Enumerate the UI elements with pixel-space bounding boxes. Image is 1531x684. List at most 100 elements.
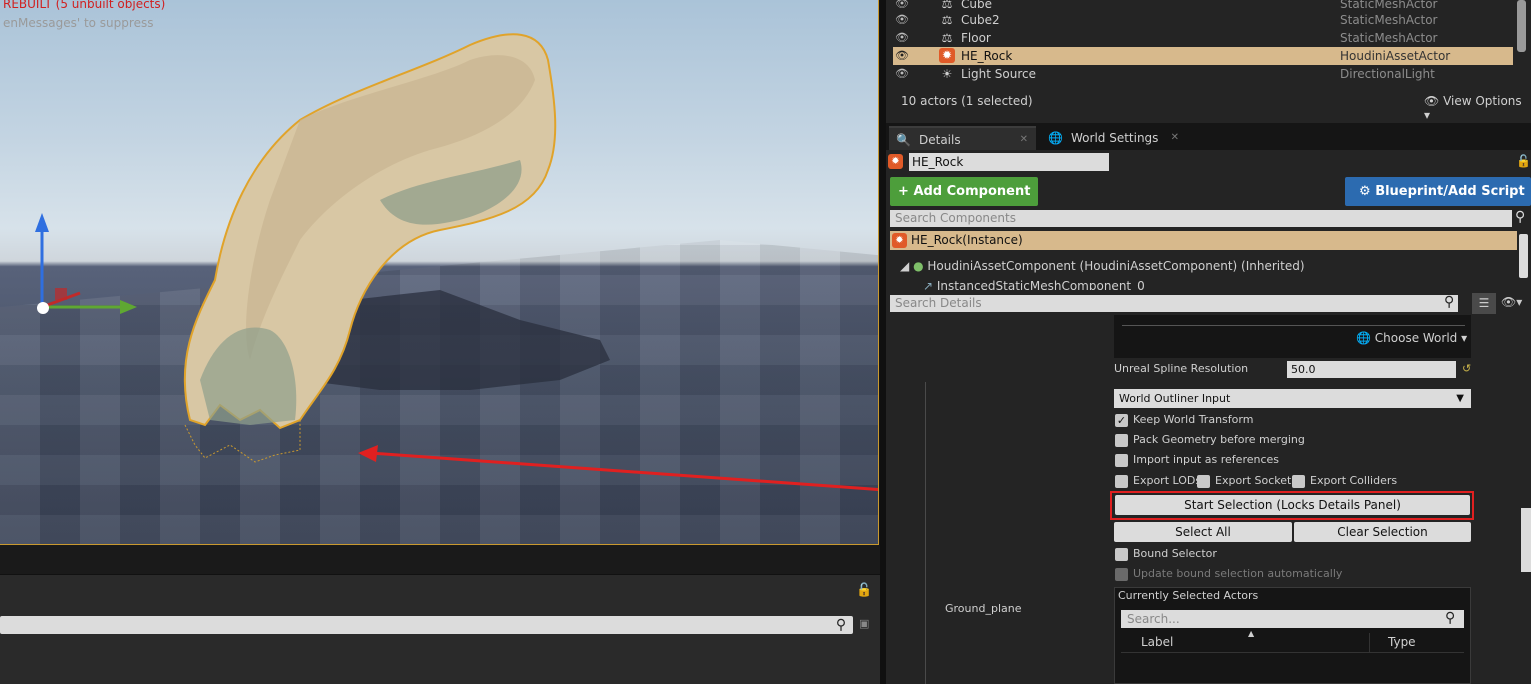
export-colliders-checkbox[interactable]: Export Colliders: [1292, 473, 1397, 489]
houdini-icon: ✹: [939, 48, 955, 63]
tab-label: World Settings: [1071, 131, 1159, 145]
tab-world-settings[interactable]: 🌐 World Settings ✕: [1041, 126, 1187, 150]
chevron-down-icon: ▾: [1461, 331, 1468, 345]
checkbox-checked-icon[interactable]: ✓: [1115, 413, 1128, 427]
view-options-label: View Options: [1443, 94, 1522, 108]
outliner-row[interactable]: 👁 ⚖ Floor StaticMeshActor: [893, 29, 1513, 47]
search-components-input[interactable]: Search Components: [890, 210, 1512, 227]
add-component-label: Add Component: [913, 184, 1031, 199]
checkbox-icon[interactable]: [1115, 567, 1128, 581]
globe-icon: 🌐: [1048, 131, 1063, 145]
list-view-icon[interactable]: ☰: [1472, 293, 1496, 314]
checkbox-label: Keep World Transform: [1133, 413, 1254, 426]
visibility-eye-icon[interactable]: 👁: [895, 65, 909, 83]
component-label: HE_Rock(Instance): [911, 233, 1023, 247]
tree-guide-line: [925, 382, 926, 684]
actor-type: StaticMeshActor: [1340, 31, 1438, 45]
level-viewport[interactable]: REBUILT (5 unbuilt objects) enMessages' …: [0, 0, 879, 545]
export-lods-checkbox[interactable]: Export LODs: [1115, 473, 1201, 489]
blueprint-label: Blueprint/Add Script: [1375, 184, 1525, 199]
tab-details[interactable]: 🔍 Details ✕: [889, 126, 1036, 150]
chevron-down-icon: ▼: [1456, 393, 1464, 404]
pack-geometry-checkbox[interactable]: Pack Geometry before merging: [1115, 432, 1305, 448]
input-name-label: Ground_plane: [945, 602, 1022, 615]
clear-selection-button[interactable]: Clear Selection: [1294, 522, 1471, 542]
build-warning: REBUILT (5 unbuilt objects): [3, 0, 166, 11]
add-component-button[interactable]: + Add Component ▾: [890, 177, 1038, 228]
chevron-down-icon: ▾: [1424, 108, 1431, 122]
divider: [1122, 325, 1465, 326]
outliner-row-selected[interactable]: 👁 ✹ HE_Rock HoudiniAssetActor: [893, 47, 1513, 65]
viewport-scene: [35, 33, 878, 491]
view-options-button[interactable]: 👁 View Options ▾: [1424, 94, 1531, 122]
search-icon[interactable]: ⚲: [1445, 610, 1455, 626]
content-search-input[interactable]: [0, 616, 853, 634]
start-selection-button[interactable]: Start Selection (Locks Details Panel): [1115, 495, 1470, 515]
save-icon[interactable]: ▣: [859, 617, 869, 630]
select-all-button[interactable]: Select All: [1114, 522, 1292, 542]
unreal-editor: REBUILT (5 unbuilt objects) enMessages' …: [0, 0, 1531, 684]
bound-selector-checkbox[interactable]: Bound Selector: [1115, 546, 1217, 562]
outliner-row[interactable]: 👁 ⚖ Cube2 StaticMeshActor: [893, 11, 1513, 29]
checkbox-icon[interactable]: [1115, 474, 1128, 488]
lock-icon[interactable]: 🔓: [856, 583, 872, 598]
actor-name: HE_Rock: [961, 49, 1013, 63]
visibility-eye-icon[interactable]: 👁: [895, 47, 909, 65]
checkbox-icon[interactable]: [1197, 474, 1210, 488]
outliner-row[interactable]: 👁 ☀ Light Source DirectionalLight: [893, 65, 1513, 83]
spline-resolution-input[interactable]: 50.0: [1287, 361, 1456, 378]
header-divider: [1121, 652, 1464, 653]
visibility-eye-icon[interactable]: 👁: [895, 29, 909, 47]
search-details-input[interactable]: Search Details: [890, 295, 1458, 312]
checkbox-icon[interactable]: [1115, 547, 1128, 561]
selected-actors-panel: Currently Selected Actors Search... ⚲ ▲ …: [1114, 587, 1471, 684]
expand-arrow-icon[interactable]: ◢: [900, 259, 909, 273]
eye-icon[interactable]: 👁▾: [1501, 295, 1522, 309]
details-icon: 🔍: [896, 133, 911, 147]
actor-name: Light Source: [961, 67, 1036, 81]
column-header-label[interactable]: Label: [1141, 635, 1173, 649]
choose-world-label: Choose World: [1374, 331, 1458, 345]
search-icon[interactable]: ⚲: [1444, 294, 1454, 310]
search-icon[interactable]: ⚲: [1515, 209, 1525, 225]
actor-name-field[interactable]: HE_Rock: [909, 153, 1109, 171]
details-scrollbar[interactable]: [1521, 508, 1531, 572]
selected-actors-title: Currently Selected Actors: [1118, 589, 1259, 602]
visibility-eye-icon[interactable]: 👁: [895, 11, 909, 29]
update-bound-checkbox[interactable]: Update bound selection automatically: [1115, 566, 1342, 582]
checkbox-label: Pack Geometry before merging: [1133, 433, 1305, 446]
right-panel: 👁 ⚖ Cube StaticMeshActor 👁 ⚖ Cube2 Stati…: [886, 0, 1531, 684]
components-scrollbar[interactable]: [1519, 234, 1528, 278]
checkbox-icon[interactable]: [1115, 433, 1128, 447]
search-icon[interactable]: ⚲: [832, 616, 850, 634]
houdini-icon: ✹: [892, 233, 907, 248]
component-icon: ●: [913, 259, 924, 273]
lock-icon[interactable]: 🔓: [1516, 154, 1531, 168]
actor-name: Cube2: [961, 13, 1000, 27]
component-label: InstancedStaticMeshComponent_0: [936, 279, 1145, 290]
globe-icon: 🌐: [1356, 331, 1371, 345]
checkbox-label: Export Sockets: [1215, 474, 1298, 487]
close-icon[interactable]: ✕: [1020, 128, 1028, 152]
input-type-dropdown[interactable]: World Outliner Input ▼: [1114, 389, 1471, 408]
export-sockets-checkbox[interactable]: Export Sockets: [1197, 473, 1297, 489]
checkbox-icon[interactable]: [1292, 474, 1305, 488]
blueprint-add-script-button[interactable]: ⚙ Blueprint/Add Script: [1345, 177, 1531, 206]
selected-actors-search-input[interactable]: Search...: [1121, 610, 1464, 628]
checkbox-label: Export LODs: [1133, 474, 1202, 487]
keep-world-transform-checkbox[interactable]: ✓ Keep World Transform: [1115, 412, 1253, 428]
choose-world-dropdown[interactable]: 🌐 Choose World ▾: [1356, 331, 1467, 345]
outliner-scrollbar[interactable]: [1517, 0, 1526, 52]
reset-icon[interactable]: ↺: [1462, 362, 1471, 375]
houdini-icon: ✹: [888, 154, 903, 169]
column-splitter[interactable]: [1369, 633, 1370, 652]
checkbox-icon[interactable]: [1115, 453, 1128, 467]
blueprint-icon: ⚙: [1359, 184, 1371, 199]
close-icon[interactable]: ✕: [1171, 126, 1179, 150]
column-header-type[interactable]: Type: [1388, 635, 1416, 649]
actor-type: HoudiniAssetActor: [1340, 49, 1451, 63]
component-houdini-row[interactable]: ◢ ● HoudiniAssetComponent (HoudiniAssetC…: [900, 258, 1305, 274]
component-ism-row[interactable]: ↗ InstancedStaticMeshComponent_0: [923, 278, 1145, 290]
import-as-references-checkbox[interactable]: Import input as references: [1115, 452, 1279, 468]
component-instance-row[interactable]: ✹ HE_Rock(Instance): [890, 231, 1517, 250]
